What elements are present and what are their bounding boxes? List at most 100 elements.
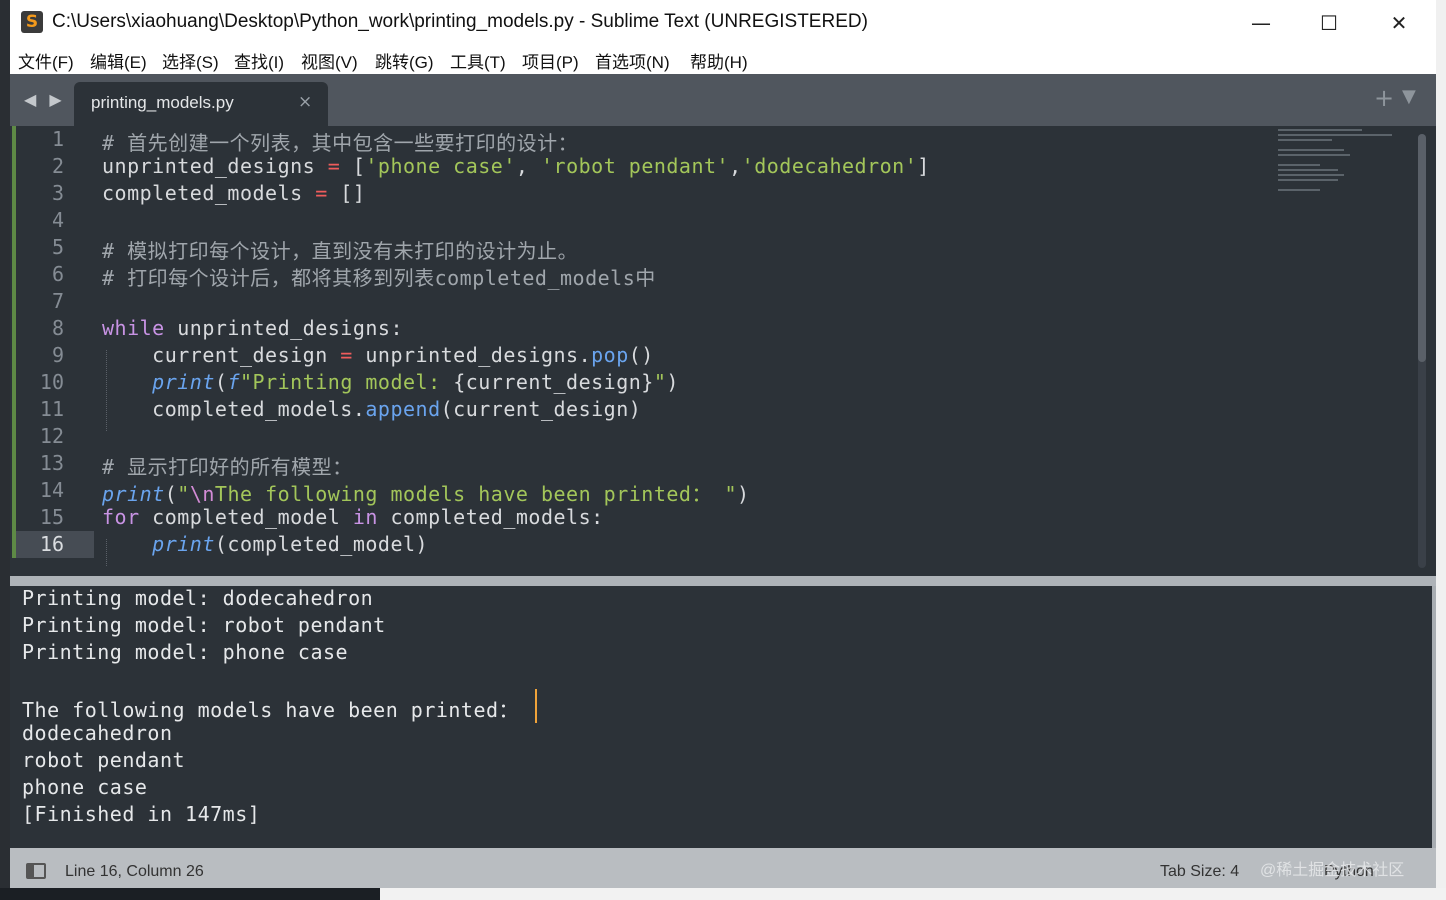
code-token: print [152, 532, 215, 556]
code-text: completed_models.append(current_design) [102, 397, 641, 421]
output-line: Printing model: dodecahedron [22, 586, 374, 610]
code-token: (current_design) [440, 397, 642, 421]
output-scrollbar[interactable] [1432, 586, 1436, 848]
code-text: for completed_model in completed_models: [102, 505, 604, 529]
minimize-button[interactable]: — [1238, 6, 1284, 40]
add-tab-icon[interactable]: + [1374, 84, 1394, 112]
code-line[interactable]: 12 [10, 423, 1410, 450]
code-token: "Printing model: [239, 370, 454, 394]
code-token: current_design [102, 343, 341, 367]
desktop-strip [380, 888, 1446, 900]
menu-view[interactable]: 视图(V) [301, 48, 358, 73]
menu-help[interactable]: 帮助(H) [690, 48, 748, 73]
code-line[interactable]: 3 completed_models = [] [10, 180, 1410, 207]
line-number: 6 [51, 262, 64, 286]
code-token: completed_model [139, 505, 353, 529]
code-token: , [729, 154, 742, 178]
code-token: ) [666, 370, 679, 394]
maximize-button[interactable]: ☐ [1306, 6, 1352, 40]
window-title: C:\Users\xiaohuang\Desktop\Python_work\p… [52, 11, 868, 32]
watermark: @稀土掘金技术社区 [1260, 862, 1405, 879]
menu-find[interactable]: 查找(I) [234, 48, 284, 73]
menu-goto[interactable]: 跳转(G) [375, 48, 434, 73]
code-line[interactable]: 13 # 显示打印好的所有模型： [10, 450, 1410, 480]
output-line: Printing model: robot pendant [22, 613, 386, 637]
line-number: 12 [39, 424, 64, 448]
code-text: print(completed_model) [102, 532, 428, 556]
menu-preferences[interactable]: 首选项(N) [595, 48, 670, 73]
code-token: unprinted_designs [102, 154, 328, 178]
panel-divider[interactable] [10, 576, 1436, 586]
menu-bar: 文件(F) 编辑(E) 选择(S) 查找(I) 视图(V) 跳转(G) 工具(T… [10, 44, 1436, 74]
code-token: () [628, 343, 654, 367]
code-token: = [327, 154, 341, 178]
code-line[interactable]: 9 current_design = unprinted_designs.pop… [10, 342, 1410, 369]
tab-nav-arrows-icon[interactable]: ◀ ▶ [24, 90, 66, 109]
menu-edit[interactable]: 编辑(E) [90, 48, 147, 73]
line-number: 9 [51, 343, 64, 367]
tab-close-icon[interactable]: × [298, 92, 312, 112]
editor-scrollbar-thumb[interactable] [1418, 134, 1426, 362]
code-text: # 显示打印好的所有模型： [102, 451, 353, 480]
tab-printing-models[interactable]: printing_models.py × [74, 82, 328, 126]
line-number: 8 [51, 316, 64, 340]
menu-tools[interactable]: 工具(T) [450, 48, 506, 73]
code-line[interactable]: 5 # 模拟打印每个设计，直到没有未打印的设计为止。 [10, 234, 1410, 263]
title-bar: S C:\Users\xiaohuang\Desktop\Python_work… [10, 0, 1436, 44]
build-output-panel[interactable]: Printing model: dodecahedron Printing mod… [10, 586, 1436, 848]
code-line[interactable]: 14 print("\nThe following models have bee… [10, 477, 1410, 506]
code-token: print [102, 482, 165, 506]
line-number: 5 [51, 235, 64, 259]
code-token: unprinted_designs. [352, 343, 592, 367]
code-token: pop [591, 343, 629, 367]
menu-project[interactable]: 项目(P) [522, 48, 579, 73]
tab-size-selector[interactable]: Tab Size: 4 [1160, 863, 1239, 881]
code-line[interactable]: 1 # 首先创建一个列表，其中包含一些要打印的设计： [10, 126, 1410, 156]
code-line[interactable]: 11 completed_models.append(current_desig… [10, 396, 1410, 423]
line-number: 13 [39, 451, 64, 475]
code-token: for [102, 505, 140, 529]
window-right-edge [1436, 0, 1446, 900]
close-button[interactable]: ✕ [1376, 6, 1422, 40]
code-token: # 显示打印好的所有模型： [102, 455, 353, 479]
code-token: (completed_model) [214, 532, 429, 556]
code-token: " [653, 370, 667, 394]
tab-label: printing_models.py [91, 93, 234, 112]
panel-toggle-icon[interactable] [26, 863, 46, 879]
code-token: ] [917, 154, 930, 178]
code-token: 'phone case' [365, 154, 516, 178]
output-line: dodecahedron [22, 721, 173, 745]
code-token: = [340, 343, 353, 367]
code-token: print [152, 370, 215, 394]
code-token: # 模拟打印每个设计，直到没有未打印的设计为止。 [102, 239, 579, 263]
code-text: unprinted_designs = ['phone case', 'robo… [102, 154, 930, 178]
line-number: 7 [51, 289, 64, 313]
code-line[interactable]: 4 [10, 207, 1410, 234]
code-line[interactable]: 6 # 打印每个设计后，都将其移到列表completed_models中 [10, 261, 1410, 290]
code-token: {current_design} [453, 370, 654, 394]
code-line[interactable]: 16 print(completed_model) [10, 531, 1410, 558]
sublime-app-icon: S [21, 11, 43, 33]
line-number: 10 [39, 370, 64, 394]
code-line[interactable]: 7 [10, 288, 1410, 315]
code-token: ) [737, 482, 750, 506]
output-line: The following models have been printed： [22, 698, 520, 722]
cursor-position: Line 16, Column 26 [65, 863, 204, 880]
menu-selection[interactable]: 选择(S) [162, 48, 219, 73]
code-line[interactable]: 10 print(f"Printing model: {current_desi… [10, 369, 1410, 396]
line-number: 3 [51, 181, 64, 205]
code-line[interactable]: 15 for completed_model in completed_model… [10, 504, 1410, 531]
code-token: [ [340, 154, 366, 178]
menu-file[interactable]: 文件(F) [18, 48, 74, 73]
code-editor[interactable]: 1 # 首先创建一个列表，其中包含一些要打印的设计： 2 unprinted_desi… [10, 126, 1436, 576]
line-number: 16 [39, 532, 64, 556]
code-line[interactable]: 8 while unprinted_designs: [10, 315, 1410, 342]
output-line: robot pendant [22, 748, 186, 772]
code-token: in [352, 505, 378, 529]
code-line[interactable]: 2 unprinted_designs = ['phone case', 'rob… [10, 153, 1410, 180]
code-text: # 首先创建一个列表，其中包含一些要打印的设计： [102, 127, 578, 156]
code-token: , [515, 154, 541, 178]
tab-menu-icon[interactable]: ▼ [1402, 86, 1416, 107]
